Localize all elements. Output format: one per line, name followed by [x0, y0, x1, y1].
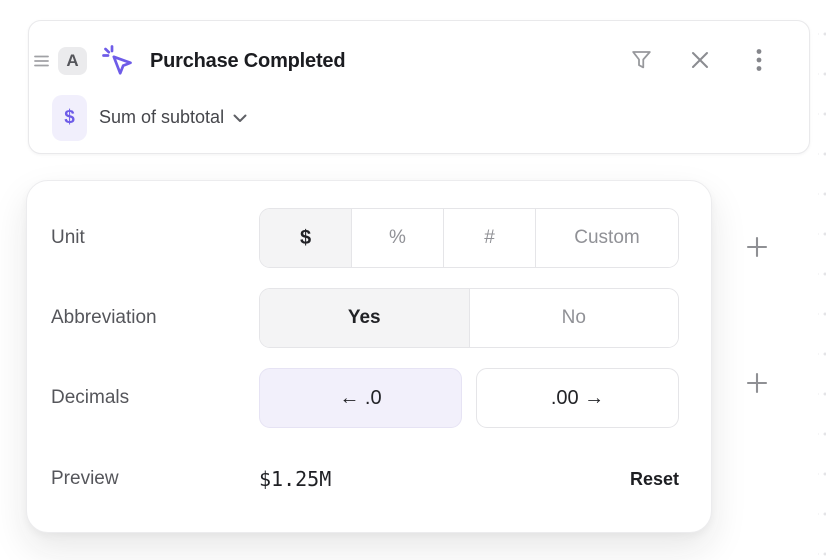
metric-label: Sum of subtotal — [99, 107, 224, 128]
metric-editor-canvas: A Purchase Completed — [0, 0, 826, 560]
abbreviation-row: Abbreviation Yes No — [51, 288, 679, 348]
unit-option-number[interactable]: # — [443, 209, 535, 267]
filter-button[interactable] — [627, 47, 655, 75]
decimals-label: Decimals — [51, 387, 259, 409]
preview-value: $1.25M — [259, 467, 331, 491]
close-icon — [688, 48, 712, 75]
preview-label: Preview — [51, 468, 259, 490]
currency-badge: $ — [52, 95, 87, 141]
unit-row: Unit $ % # Custom — [51, 208, 679, 268]
unit-segmented-control: $ % # Custom — [259, 208, 679, 268]
abbreviation-option-no[interactable]: No — [469, 289, 679, 347]
format-popover: Unit $ % # Custom Abbreviation Yes No De… — [26, 180, 712, 533]
metric-selector[interactable]: Sum of subtotal — [99, 107, 247, 128]
metric-row: $ Sum of subtotal — [52, 94, 247, 141]
cursor-click-icon — [100, 43, 136, 79]
reset-button[interactable]: Reset — [630, 469, 679, 490]
decimals-row: Decimals ← .0 .00 → — [51, 368, 679, 428]
decimals-controls: ← .0 .00 → — [259, 368, 679, 428]
unit-option-percent[interactable]: % — [351, 209, 443, 267]
unit-option-dollar[interactable]: $ — [260, 209, 351, 267]
event-title[interactable]: Purchase Completed — [150, 50, 345, 73]
add-event-button-top[interactable] — [746, 236, 768, 258]
abbreviation-label: Abbreviation — [51, 307, 259, 329]
event-card: A Purchase Completed — [28, 20, 810, 154]
close-button[interactable] — [686, 47, 714, 75]
canvas-dot-grid — [818, 0, 826, 560]
kebab-menu-icon — [756, 48, 762, 75]
unit-option-custom[interactable]: Custom — [535, 209, 678, 267]
increase-decimals-button[interactable]: .00 → — [476, 368, 679, 428]
decrease-decimals-button[interactable]: ← .0 — [259, 368, 462, 428]
abbreviation-option-yes[interactable]: Yes — [260, 289, 469, 347]
plus-icon — [746, 236, 768, 258]
add-event-button-bottom[interactable] — [746, 372, 768, 394]
event-letter-badge: A — [58, 47, 87, 75]
more-options-button[interactable] — [745, 47, 773, 75]
unit-label: Unit — [51, 227, 259, 249]
event-card-header: A Purchase Completed — [29, 35, 809, 87]
filter-icon — [629, 47, 654, 75]
plus-icon — [746, 372, 768, 394]
chevron-down-icon — [233, 114, 247, 123]
drag-handle-icon[interactable] — [34, 54, 49, 68]
preview-row: Preview $1.25M Reset — [51, 456, 679, 502]
abbreviation-segmented-control: Yes No — [259, 288, 679, 348]
